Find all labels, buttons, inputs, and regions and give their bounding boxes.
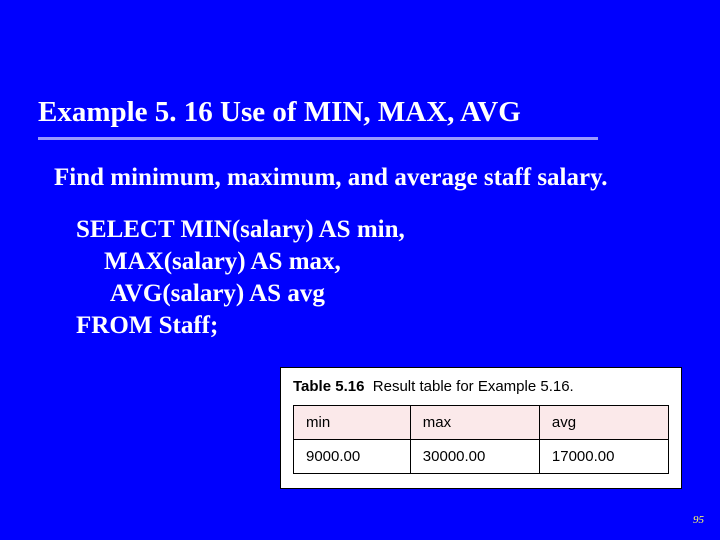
- col-header-min: min: [294, 406, 411, 440]
- caption-strong: Table 5.16: [293, 378, 364, 395]
- title-underline: [38, 137, 598, 140]
- table-header-row: min max avg: [294, 406, 669, 440]
- lead-text: Find minimum, maximum, and average staff…: [54, 164, 607, 192]
- cell-min: 9000.00: [294, 440, 411, 474]
- slide: Example 5. 16 Use of MIN, MAX, AVG Find …: [0, 0, 720, 540]
- caption-rest: Result table for Example 5.16.: [373, 378, 574, 395]
- col-header-max: max: [410, 406, 539, 440]
- code-line: FROM Staff;: [76, 310, 405, 342]
- cell-max: 30000.00: [410, 440, 539, 474]
- cell-avg: 17000.00: [539, 440, 668, 474]
- slide-title: Example 5. 16 Use of MIN, MAX, AVG: [38, 96, 682, 135]
- page-number: 95: [693, 514, 704, 526]
- code-line: SELECT MIN(salary) AS min,: [76, 214, 405, 246]
- result-table: min max avg 9000.00 30000.00 17000.00: [293, 405, 669, 474]
- code-line: AVG(salary) AS avg: [76, 278, 405, 310]
- code-line: MAX(salary) AS max,: [76, 246, 405, 278]
- result-table-figure: Table 5.16 Result table for Example 5.16…: [280, 367, 682, 489]
- table-row: 9000.00 30000.00 17000.00: [294, 440, 669, 474]
- sql-code: SELECT MIN(salary) AS min, MAX(salary) A…: [76, 214, 405, 342]
- col-header-avg: avg: [539, 406, 668, 440]
- table-caption: Table 5.16 Result table for Example 5.16…: [293, 378, 669, 395]
- title-block: Example 5. 16 Use of MIN, MAX, AVG: [38, 96, 682, 140]
